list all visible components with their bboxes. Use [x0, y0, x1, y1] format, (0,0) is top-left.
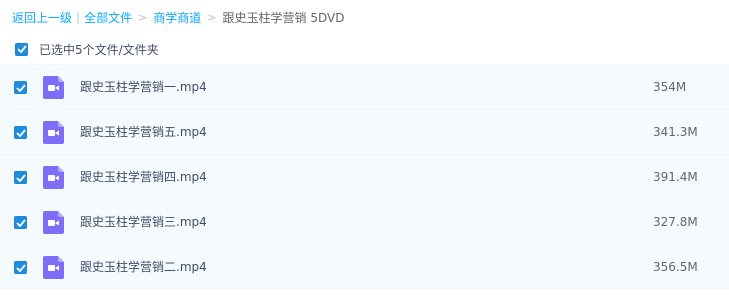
checkmark-icon	[16, 45, 27, 53]
breadcrumb: 返回上一级 | 全部文件 > 商学商道 > 跟史玉柱学营销 5DVD	[12, 8, 344, 26]
file-row[interactable]: 跟史玉柱学营销一.mp4 354M	[0, 64, 729, 109]
file-checkbox[interactable]	[14, 81, 27, 94]
file-name[interactable]: 跟史玉柱学营销一.mp4	[80, 79, 207, 96]
video-file-icon	[43, 166, 64, 189]
file-size: 327.8M	[653, 215, 698, 229]
chevron-right-icon: >	[138, 10, 148, 24]
file-name[interactable]: 跟史玉柱学营销五.mp4	[80, 124, 207, 141]
checkmark-icon	[15, 218, 26, 227]
video-file-icon	[43, 76, 64, 99]
chevron-right-icon: >	[207, 10, 217, 24]
file-name[interactable]: 跟史玉柱学营销三.mp4	[80, 214, 207, 231]
video-file-icon	[43, 121, 64, 144]
video-file-icon	[43, 256, 64, 279]
file-row[interactable]: 跟史玉柱学营销三.mp4 327.8M	[0, 199, 729, 244]
file-checkbox[interactable]	[14, 171, 27, 184]
file-size: 356.5M	[653, 260, 698, 274]
checkmark-icon	[15, 263, 26, 272]
file-checkbox[interactable]	[14, 216, 27, 229]
file-name[interactable]: 跟史玉柱学营销四.mp4	[80, 169, 207, 186]
file-list: 跟史玉柱学营销一.mp4 354M 跟史玉柱学营销五.mp4 341.3M 跟史…	[0, 64, 729, 289]
checkmark-icon	[15, 128, 26, 137]
file-row[interactable]: 跟史玉柱学营销四.mp4 391.4M	[0, 154, 729, 199]
breadcrumb-divider: |	[76, 10, 81, 24]
file-size: 391.4M	[653, 170, 698, 184]
file-row[interactable]: 跟史玉柱学营销二.mp4 356.5M	[0, 244, 729, 289]
checkmark-icon	[15, 173, 26, 182]
file-size: 354M	[653, 80, 687, 94]
file-name[interactable]: 跟史玉柱学营销二.mp4	[80, 259, 207, 276]
breadcrumb-back-link[interactable]: 返回上一级	[12, 9, 72, 26]
file-size: 341.3M	[653, 125, 698, 139]
breadcrumb-current: 跟史玉柱学营销 5DVD	[222, 10, 345, 25]
selection-count-label: 已选中5个文件/文件夹	[39, 42, 159, 57]
file-checkbox[interactable]	[14, 126, 27, 139]
select-all-checkbox[interactable]	[15, 42, 28, 56]
checkmark-icon	[15, 83, 26, 92]
video-file-icon	[43, 211, 64, 234]
file-checkbox[interactable]	[14, 261, 27, 274]
breadcrumb-folder-link[interactable]: 商学商道	[153, 9, 201, 26]
file-row[interactable]: 跟史玉柱学营销五.mp4 341.3M	[0, 109, 729, 154]
select-all: 已选中5个文件/文件夹	[15, 40, 159, 58]
breadcrumb-all-files-link[interactable]: 全部文件	[84, 9, 132, 26]
